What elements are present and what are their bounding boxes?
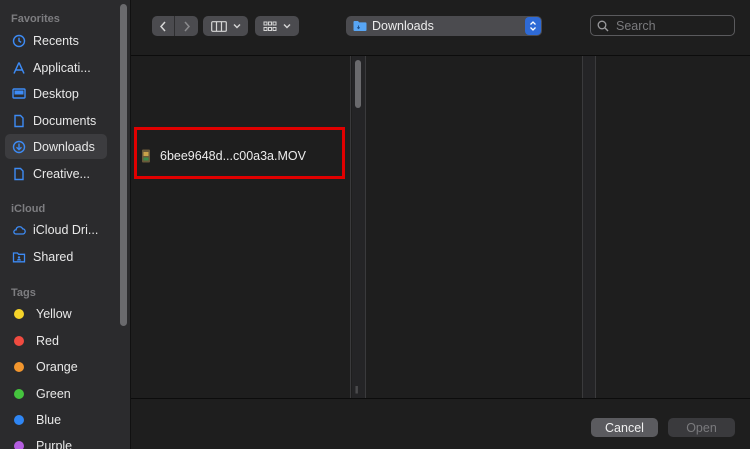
chevron-right-icon	[183, 21, 190, 31]
sidebar-item-applications[interactable]: Applicati...	[5, 55, 107, 80]
cancel-button[interactable]: Cancel	[591, 418, 658, 437]
open-button[interactable]: Open	[668, 418, 735, 437]
sidebar-item-recents[interactable]: Recents	[5, 28, 107, 53]
document-icon	[12, 114, 26, 128]
search-icon	[597, 20, 609, 31]
view-mode-button[interactable]	[203, 16, 248, 36]
red-tag-dot-icon	[14, 335, 24, 346]
chevron-left-icon	[159, 21, 166, 31]
search-field[interactable]	[590, 15, 735, 36]
sidebar-item-shared[interactable]: Shared	[5, 244, 107, 269]
location-popup[interactable]: Downloads	[346, 16, 542, 36]
sidebar-scrollbar[interactable]	[120, 4, 127, 326]
toolbar: Downloads	[131, 0, 750, 56]
sidebar-item-icloud-drive[interactable]: iCloud Dri...	[5, 217, 107, 242]
columns-view-icon	[210, 20, 227, 32]
location-stepper[interactable]	[525, 17, 541, 35]
icloud-section-title: iCloud	[11, 203, 46, 215]
sidebar-item-label: Downloads	[33, 139, 95, 154]
shared-folder-icon	[12, 250, 26, 264]
sidebar-item-label: Green	[36, 386, 71, 401]
chevron-down-icon	[283, 24, 291, 29]
orange-tag-dot-icon	[14, 361, 24, 372]
clock-icon	[12, 34, 26, 48]
sidebar-item-label: Creative...	[33, 166, 90, 181]
navigation-buttons	[152, 16, 198, 36]
sidebar-item-label: Recents	[33, 33, 79, 48]
sidebar-item-label: Purple	[36, 438, 73, 449]
favorites-section-title: Favorites	[11, 13, 60, 25]
sidebar-item-documents[interactable]: Documents	[5, 108, 107, 133]
column-browser: 6bee9648d...c00a3a.MOV ||	[131, 56, 750, 398]
up-down-chevron-icon	[530, 21, 536, 31]
cloud-icon	[12, 223, 26, 237]
sidebar-item-creative[interactable]: Creative...	[5, 161, 107, 186]
forward-button[interactable]	[175, 16, 198, 36]
sidebar-tag-green[interactable]: Green	[5, 381, 107, 406]
chevron-down-icon	[233, 24, 240, 29]
sidebar-item-label: Red	[36, 333, 59, 348]
group-by-button[interactable]	[255, 16, 299, 36]
highlight-box	[134, 127, 345, 179]
sidebar-tag-red[interactable]: Red	[5, 328, 107, 353]
file-icon	[12, 167, 26, 181]
sidebar-item-label: iCloud Dri...	[33, 222, 99, 237]
sidebar-item-label: Yellow	[36, 306, 72, 321]
location-label: Downloads	[372, 19, 434, 33]
sidebar-item-desktop[interactable]: Desktop	[5, 81, 107, 106]
sidebar-item-downloads[interactable]: Downloads	[5, 134, 107, 159]
files-column: 6bee9648d...c00a3a.MOV	[131, 56, 351, 398]
sidebar-item-label: Shared	[33, 249, 74, 264]
sidebar-item-label: Documents	[33, 113, 97, 128]
sidebar-item-label: Blue	[36, 412, 62, 427]
purple-tag-dot-icon	[14, 440, 24, 449]
grid-icon	[263, 21, 277, 31]
blue-tag-dot-icon	[14, 414, 24, 425]
search-input[interactable]	[616, 18, 726, 33]
sidebar-item-label: Applicati...	[33, 60, 91, 75]
desktop-icon	[12, 87, 26, 101]
column-resize-handle-icon[interactable]: ||	[355, 385, 358, 394]
dialog-footer: Cancel Open	[131, 398, 750, 449]
scrollbar-thumb[interactable]	[355, 60, 361, 108]
download-icon	[12, 140, 26, 154]
folder-icon	[353, 21, 367, 31]
yellow-tag-dot-icon	[14, 308, 24, 319]
green-tag-dot-icon	[14, 388, 24, 399]
back-button[interactable]	[152, 16, 174, 36]
sidebar-item-label: Orange	[36, 359, 78, 374]
applications-icon	[12, 61, 26, 75]
sidebar-tag-orange[interactable]: Orange	[5, 354, 107, 379]
sidebar-tag-purple[interactable]: Purple	[5, 433, 107, 449]
sidebar-tag-yellow[interactable]: Yellow	[5, 301, 107, 326]
preview-column	[367, 56, 582, 398]
tags-section-title: Tags	[11, 287, 36, 299]
sidebar-item-label: Desktop	[33, 86, 79, 101]
column-divider[interactable]	[582, 56, 596, 398]
sidebar-tag-blue[interactable]: Blue	[5, 407, 107, 432]
sidebar: Favorites Recents Applicati... Desktop D…	[0, 0, 131, 449]
column-scrollbar[interactable]: ||	[352, 56, 366, 398]
